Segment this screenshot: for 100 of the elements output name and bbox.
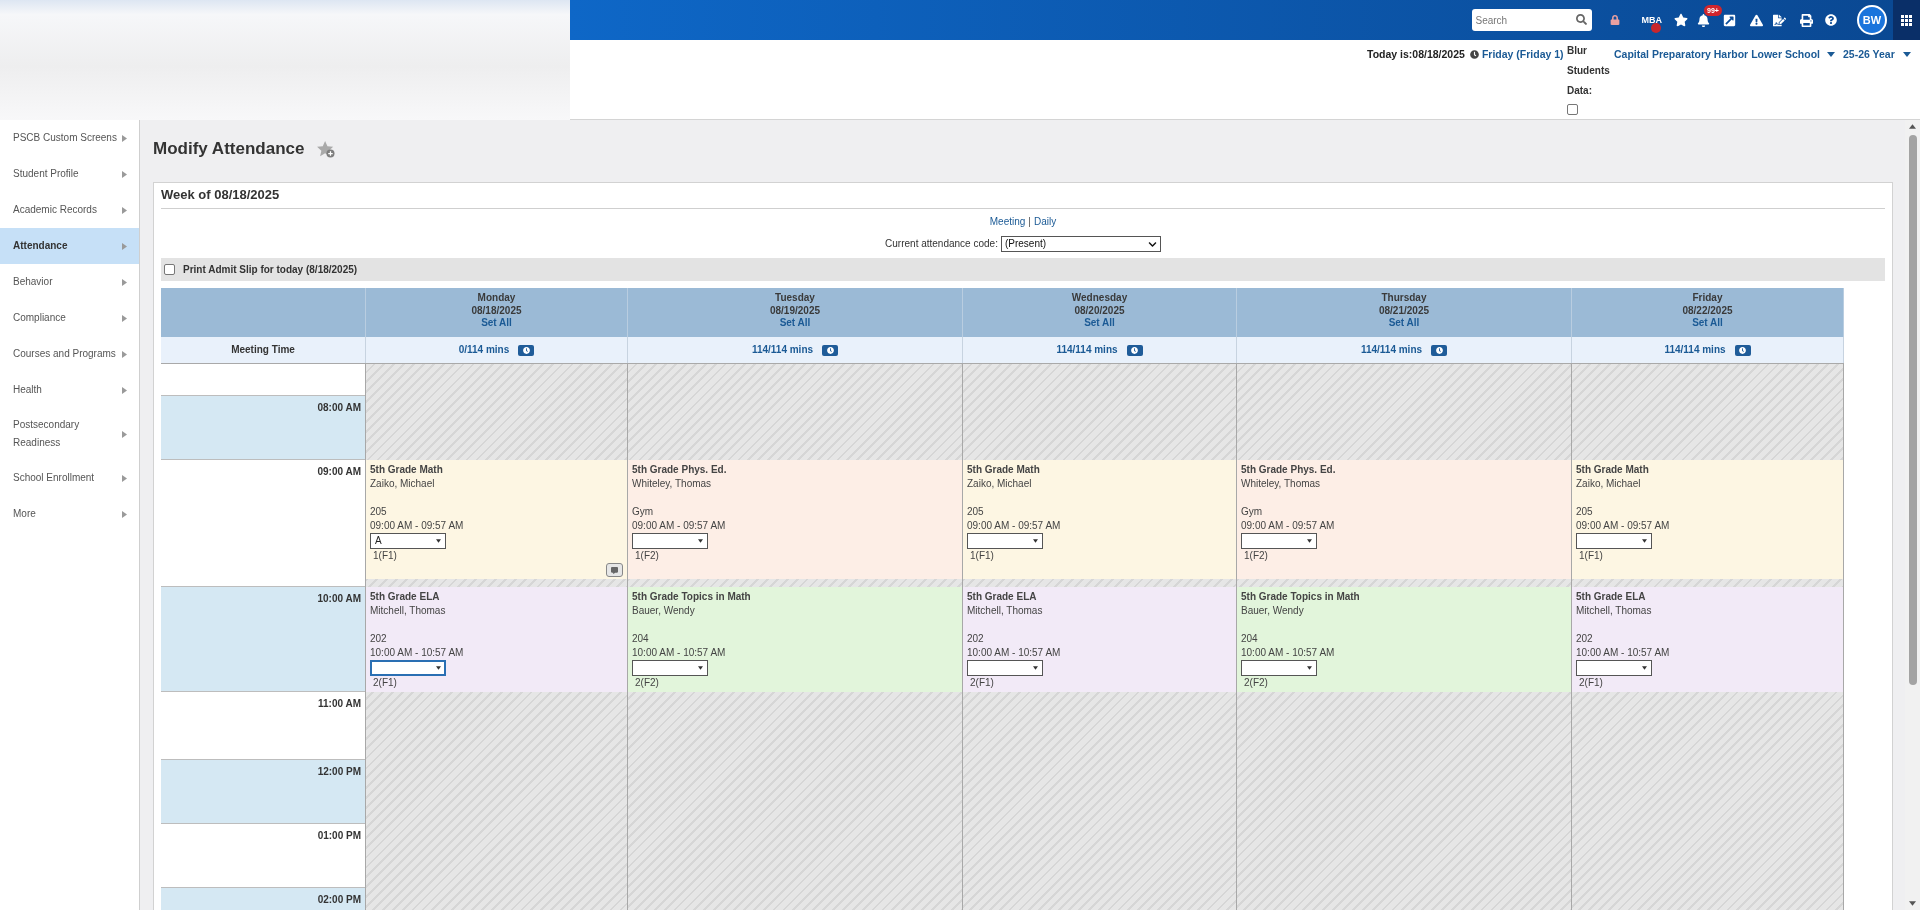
sidebar-item[interactable]: PSCB Custom Screens <box>0 120 139 156</box>
clock-icon <box>1435 346 1443 354</box>
day-link[interactable]: Friday (Friday 1) <box>1481 47 1564 61</box>
attendance-code-select[interactable] <box>967 533 1043 549</box>
caret-down-icon <box>1642 666 1647 670</box>
set-all-link[interactable]: Set All <box>1388 317 1420 330</box>
set-all-link[interactable]: Set All <box>1084 317 1115 330</box>
sidebar-item[interactable]: Attendance <box>0 228 139 264</box>
day-name: Tuesday <box>775 292 815 305</box>
checkbox[interactable] <box>164 264 175 275</box>
class-time: 09:00 AM - 09:57 AM <box>370 519 464 533</box>
class-time: 10:00 AM - 10:57 AM <box>632 646 726 660</box>
minutes-button[interactable] <box>1431 344 1448 356</box>
minutes-count: 0/114 mins <box>458 343 510 357</box>
printer-icon[interactable] <box>1800 13 1813 27</box>
minutes-count: 114/114 mins <box>1056 343 1118 357</box>
class-title: 5th Grade Math <box>1576 463 1649 477</box>
lock-icon[interactable] <box>1609 15 1620 25</box>
comment-button[interactable] <box>606 563 623 577</box>
class-time: 09:00 AM - 09:57 AM <box>1241 519 1335 533</box>
day-name: Wednesday <box>1071 292 1128 305</box>
class-title: 5th Grade ELA <box>1576 590 1646 604</box>
class-title: 5th Grade Phys. Ed. <box>1241 463 1336 477</box>
room-number: 204 <box>632 632 649 646</box>
search-field[interactable]: Search <box>1471 9 1592 31</box>
external-link-icon[interactable] <box>1723 13 1736 27</box>
minutes-button[interactable] <box>518 344 535 356</box>
sidebar-item[interactable]: School Enrollment <box>0 460 139 496</box>
clock-icon <box>1131 346 1139 354</box>
scroll-up-icon[interactable] <box>1909 124 1916 129</box>
class-title: 5th Grade Math <box>370 463 443 477</box>
view-link[interactable]: Meeting <box>989 215 1026 229</box>
caret-right-icon <box>122 242 127 250</box>
sidebar-item[interactable]: Health <box>0 372 139 408</box>
class-time: 10:00 AM - 10:57 AM <box>967 646 1061 660</box>
caret-right-icon <box>122 510 127 518</box>
period-label: 2(F1) <box>970 676 994 690</box>
caret-down-icon <box>1307 539 1312 543</box>
teacher-name: Zaiko, Michael <box>967 477 1032 491</box>
teacher-name: Whiteley, Thomas <box>1241 477 1321 491</box>
time-label: 08:00 AM <box>317 401 361 415</box>
teacher-name: Bauer, Wendy <box>1241 604 1304 618</box>
document-pen-icon[interactable] <box>1773 13 1786 27</box>
warning-icon[interactable] <box>1750 13 1763 27</box>
class-time: 09:00 AM - 09:57 AM <box>1576 519 1670 533</box>
attendance-code-select[interactable]: A <box>370 533 446 549</box>
sidebar-item[interactable]: Compliance <box>0 300 139 336</box>
class-time: 09:00 AM - 09:57 AM <box>632 519 726 533</box>
time-label: 01:00 PM <box>317 829 361 843</box>
room-number: 202 <box>370 632 387 646</box>
set-all-link[interactable]: Set All <box>779 317 811 330</box>
mba-label[interactable]: MBA <box>1641 15 1662 25</box>
set-all-link[interactable]: Set All <box>1692 317 1723 330</box>
scrollbar-thumb[interactable] <box>1908 135 1917 685</box>
class-title: 5th Grade ELA <box>370 590 440 604</box>
period-label: 1(F1) <box>373 549 397 563</box>
admit-slip-label: Print Admit Slip for today (8/18/2025) <box>183 262 358 277</box>
attendance-code-select[interactable] <box>1576 660 1652 676</box>
attendance-code-label: Current attendance code: <box>885 237 998 251</box>
attendance-code-select[interactable] <box>1576 533 1652 549</box>
minutes-count: 114/114 mins <box>1664 343 1726 357</box>
clock-icon <box>522 346 530 354</box>
school-selector[interactable]: Capital Preparatory Harbor Lower School <box>1614 47 1820 61</box>
period-label: 2(F2) <box>1244 676 1268 690</box>
period-label: 1(F2) <box>1244 549 1268 563</box>
attendance-code-select[interactable] <box>1241 660 1317 676</box>
view-link[interactable]: Daily <box>1033 215 1057 229</box>
sidebar-item[interactable]: Behavior <box>0 264 139 300</box>
user-avatar[interactable]: BW <box>1857 5 1887 35</box>
attendance-code-select[interactable] <box>370 660 446 676</box>
star-add-icon[interactable] <box>317 140 336 158</box>
current-attendance-code-select[interactable]: (Present) <box>1000 236 1161 252</box>
scroll-down-icon[interactable] <box>1909 901 1916 906</box>
class-time: 10:00 AM - 10:57 AM <box>1241 646 1335 660</box>
caret-right-icon <box>122 134 127 142</box>
day-name: Thursday <box>1381 292 1427 305</box>
today-date: Today is:08/18/2025 <box>1367 47 1465 61</box>
minutes-button[interactable] <box>1734 344 1751 356</box>
apps-button[interactable] <box>1893 0 1920 40</box>
caret-right-icon <box>122 314 127 322</box>
attendance-code-select[interactable] <box>1241 533 1317 549</box>
attendance-code-select[interactable] <box>632 533 708 549</box>
sidebar-item[interactable]: Postsecondary Readiness <box>0 408 139 460</box>
bell-icon[interactable] <box>1697 13 1710 27</box>
sidebar-item[interactable]: Courses and Programs <box>0 336 139 372</box>
sidebar-item[interactable]: Student Profile <box>0 156 139 192</box>
sidebar-item[interactable]: Academic Records <box>0 192 139 228</box>
minutes-button[interactable] <box>1126 344 1143 356</box>
teacher-name: Whiteley, Thomas <box>632 477 712 491</box>
attendance-code-select[interactable] <box>967 660 1043 676</box>
sidebar-item[interactable]: More <box>0 496 139 532</box>
teacher-name: Zaiko, Michael <box>370 477 435 491</box>
attendance-code-select[interactable] <box>632 660 708 676</box>
minutes-button[interactable] <box>822 344 839 356</box>
star-icon[interactable] <box>1674 13 1688 27</box>
checkbox[interactable] <box>1567 104 1578 115</box>
help-icon[interactable] <box>1825 14 1837 26</box>
class-title: 5th Grade ELA <box>967 590 1037 604</box>
set-all-link[interactable]: Set All <box>481 317 512 330</box>
year-selector[interactable]: 25-26 Year <box>1843 47 1895 61</box>
